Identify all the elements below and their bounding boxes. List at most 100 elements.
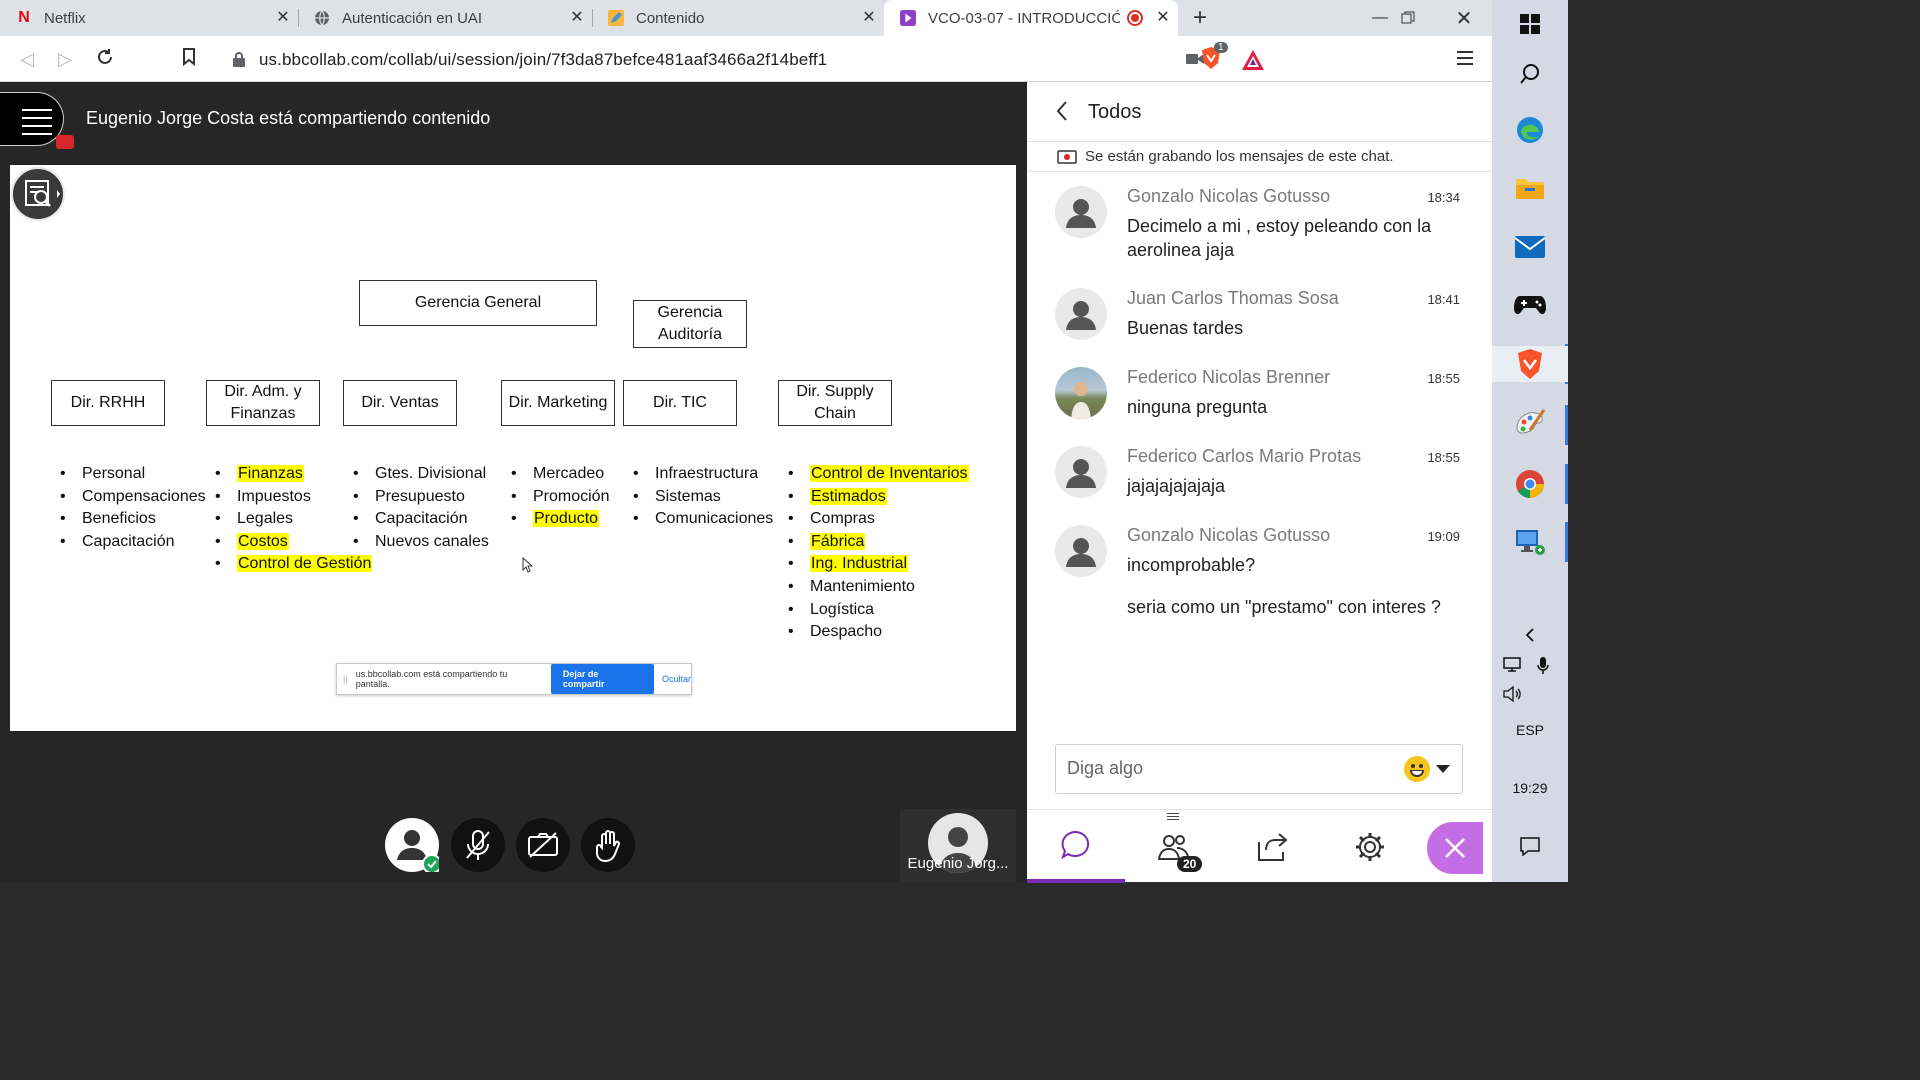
restore-icon[interactable] (1380, 0, 1436, 36)
avatar (1055, 186, 1107, 238)
avatar-photo (1055, 367, 1107, 419)
tab-vco-active[interactable]: VCO-03-07 - INTRODUCCIÓN ✕ (884, 0, 1178, 36)
stop-sharing-button[interactable]: Dejar de compartir (550, 664, 654, 694)
message-text: Buenas tardes (1127, 318, 1244, 338)
chat-input[interactable]: Diga algo (1055, 744, 1463, 794)
list-item: Infraestructura (633, 463, 773, 486)
session-menu-button[interactable] (0, 92, 74, 149)
org-box-ventas: Dir. Ventas (343, 380, 457, 426)
list-marketing: Mercadeo Promoción Producto (511, 463, 610, 531)
microphone-off-button[interactable] (451, 818, 505, 872)
message-time: 19:09 (1427, 529, 1460, 544)
tab-chat[interactable] (1027, 810, 1125, 883)
browser-menu-icon[interactable] (1457, 48, 1473, 66)
edge-icon[interactable] (1512, 112, 1548, 148)
list-item: Estimados (788, 486, 969, 509)
list-item: Comunicaciones (633, 508, 773, 531)
tab-title: VCO-03-07 - INTRODUCCIÓN (928, 9, 1120, 27)
emoji-icon[interactable] (1404, 756, 1430, 782)
chat-bubble-icon (1061, 830, 1090, 859)
windows-start-icon[interactable] (1512, 6, 1548, 42)
message-text: seria como un "prestamo" con interes ? (1127, 597, 1441, 617)
url-field[interactable]: us.bbcollab.com/collab/ui/session/join/7… (216, 42, 1230, 76)
close-window-icon[interactable]: ✕ (1436, 0, 1492, 36)
list-item: Capacitación (353, 508, 489, 531)
participants-count-badge: 20 (1177, 856, 1203, 872)
sharing-status-title: Eugenio Jorge Costa está compartiendo co… (86, 108, 491, 128)
back-icon[interactable]: ◁ (16, 48, 38, 70)
list-ventas: Gtes. Divisional Presupuesto Capacitació… (353, 463, 489, 554)
new-tab-button[interactable]: + (1188, 4, 1212, 32)
message-time: 18:55 (1427, 371, 1460, 386)
chevron-left-icon[interactable] (1055, 100, 1069, 122)
self-video-tile[interactable]: Eugenio Jorg... (900, 809, 1016, 882)
gear-icon (1356, 832, 1384, 861)
list-item: Sistemas (633, 486, 773, 509)
forward-icon[interactable]: ▷ (54, 48, 76, 70)
netflix-icon: N (18, 9, 30, 26)
brave-taskbar-icon[interactable] (1492, 346, 1568, 382)
camera-off-button[interactable] (516, 818, 570, 872)
chevron-left-icon[interactable] (1512, 617, 1548, 653)
list-item: Capacitación (60, 531, 206, 554)
tab-title: Contenido (636, 9, 705, 27)
org-box-adm-finanzas: Dir. Adm. y Finanzas (206, 380, 320, 426)
bookmark-icon[interactable] (178, 48, 200, 70)
panel-tabs: 20 (1027, 809, 1492, 883)
brave-shield-icon[interactable]: 1 (1200, 42, 1228, 72)
tab-contenido[interactable]: Contenido ✕ (592, 0, 884, 36)
tab-netflix[interactable]: N Netflix ✕ (0, 0, 299, 36)
search-icon[interactable] (1512, 56, 1548, 92)
chrome-icon[interactable] (1512, 466, 1548, 502)
list-item: Nuevos canales (353, 531, 489, 554)
raise-hand-button[interactable] (581, 818, 635, 872)
reload-icon[interactable] (94, 48, 116, 70)
message-author: Gonzalo Nicolas Gotusso (1127, 186, 1331, 206)
list-item: Compensaciones (60, 486, 206, 509)
game-controller-icon[interactable] (1512, 287, 1548, 323)
close-panel-button[interactable] (1427, 822, 1483, 874)
list-item: Producto (511, 508, 609, 531)
network-icon[interactable] (1502, 656, 1524, 674)
microphone-icon[interactable] (1536, 656, 1550, 676)
list-item: Personal (60, 463, 206, 486)
tab-share-content[interactable] (1223, 810, 1321, 883)
avatar (1055, 446, 1107, 498)
brave-rewards-icon[interactable] (1241, 49, 1265, 71)
mail-icon[interactable] (1512, 229, 1548, 265)
chat-header: Todos (1027, 82, 1492, 142)
input-language[interactable]: ESP (1492, 722, 1568, 738)
message-author: Federico Carlos Mario Protas (1127, 446, 1362, 466)
list-item: Compras (788, 508, 969, 531)
close-tab-icon[interactable]: ✕ (274, 9, 292, 27)
hide-notice-link[interactable]: Ocultar (662, 674, 691, 684)
org-box-marketing: Dir. Marketing (501, 380, 615, 426)
profile-status-button[interactable] (385, 818, 439, 872)
chevron-down-icon[interactable] (1436, 765, 1450, 773)
recording-icon (1057, 150, 1077, 164)
notifications-icon[interactable] (1512, 828, 1548, 864)
list-item: Mercadeo (511, 463, 609, 486)
org-box-gerencia-auditoria: Gerencia Auditoría (633, 300, 747, 348)
lock-icon (232, 51, 246, 67)
list-item: Fábrica (788, 531, 969, 554)
share-icon (1258, 832, 1288, 861)
brave-badge: 1 (1214, 42, 1228, 53)
close-tab-icon[interactable]: ✕ (1154, 9, 1172, 27)
drag-handle-icon[interactable]: || (343, 674, 348, 684)
tab-settings[interactable] (1321, 810, 1419, 883)
file-explorer-icon[interactable] (1512, 170, 1548, 206)
tab-participants[interactable]: 20 (1125, 810, 1223, 883)
remote-desktop-icon[interactable] (1512, 524, 1548, 560)
close-tab-icon[interactable]: ✕ (568, 9, 586, 27)
chat-input-placeholder: Diga algo (1067, 758, 1144, 778)
windows-taskbar: ESP 19:29 (1492, 0, 1568, 882)
tab-autenticacion[interactable]: Autenticación en UAI ✕ (298, 0, 593, 36)
message-author: Juan Carlos Thomas Sosa (1127, 288, 1339, 308)
close-tab-icon[interactable]: ✕ (860, 9, 878, 27)
system-clock[interactable]: 19:29 (1492, 780, 1568, 796)
zoom-content-icon[interactable] (11, 167, 65, 221)
paint-icon[interactable] (1512, 406, 1548, 442)
list-item: Ing. Industrial (788, 553, 969, 576)
volume-icon[interactable] (1502, 685, 1522, 703)
